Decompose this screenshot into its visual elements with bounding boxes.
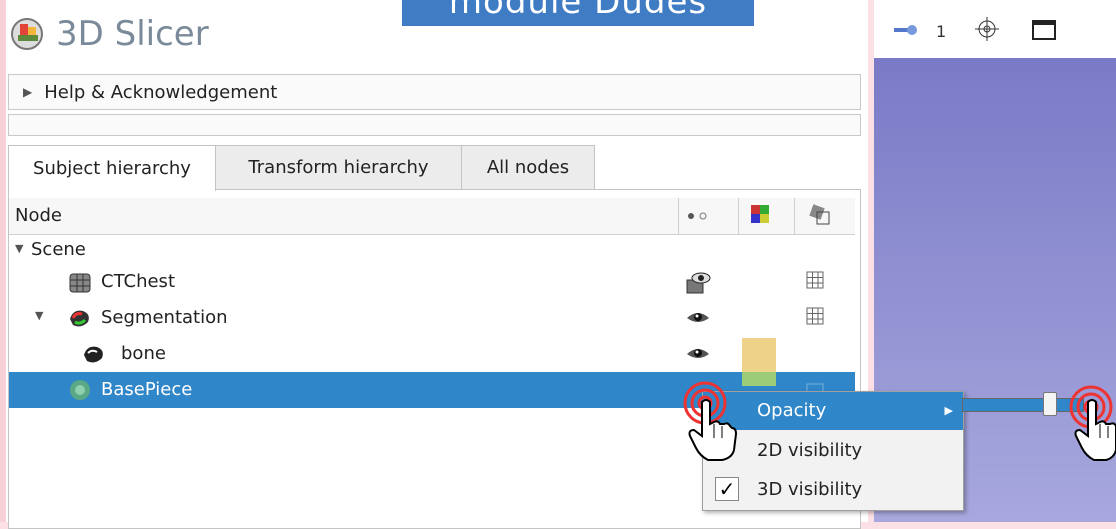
- eye-icon[interactable]: [685, 342, 711, 366]
- menu-item-label: 2D visibility: [757, 440, 863, 461]
- help-section-button[interactable]: ▶ Help & Acknowledgement: [8, 74, 861, 110]
- tab-all-nodes[interactable]: All nodes: [461, 145, 595, 189]
- hand-cursor-icon: [1074, 399, 1116, 461]
- tree-row-label: bone: [121, 343, 166, 364]
- app-title: 3D Slicer: [56, 14, 209, 54]
- tree-row-scene[interactable]: ▼ Scene: [9, 238, 855, 264]
- checkmark-icon[interactable]: ✓: [715, 477, 739, 501]
- color-icon[interactable]: [751, 205, 769, 223]
- hand-cursor-icon: [688, 399, 738, 461]
- app-header: 3D Slicer: [10, 14, 209, 54]
- menu-item-2d-visibility[interactable]: 2D visibility: [703, 432, 963, 470]
- header-separator: [794, 198, 795, 234]
- visibility-context-menu: Opacity ▶ 2D visibility ✓ 3D visibility: [702, 391, 964, 511]
- maximize-view-icon[interactable]: [1032, 20, 1056, 40]
- menu-item-label: 3D visibility: [757, 479, 863, 500]
- tab-transform-hierarchy[interactable]: Transform hierarchy: [215, 145, 462, 189]
- opacity-slider-handle[interactable]: [1043, 392, 1057, 416]
- tab-subject-hierarchy[interactable]: Subject hierarchy: [8, 145, 216, 191]
- segment-icon: [84, 346, 103, 363]
- tree-row-bone[interactable]: bone: [9, 336, 855, 372]
- segment-icon: [70, 380, 90, 400]
- collapsed-section-button[interactable]: [8, 114, 861, 136]
- volume-eye-icon[interactable]: [685, 270, 711, 294]
- help-section-label: Help & Acknowledgement: [44, 81, 278, 103]
- menu-item-3d-visibility[interactable]: ✓ 3D visibility: [703, 471, 963, 509]
- hierarchy-tabs: Subject hierarchy Transform hierarchy Al…: [8, 145, 595, 191]
- submenu-arrow-icon: ▶: [944, 404, 953, 417]
- volume-icon: [69, 273, 91, 293]
- pin-icon[interactable]: [894, 24, 922, 36]
- transform-grid-icon[interactable]: [805, 306, 827, 328]
- header-separator: [738, 198, 739, 234]
- collapse-arrow-icon: ▶: [23, 85, 33, 99]
- expand-arrow-icon[interactable]: ▼: [15, 242, 23, 255]
- view-controller-bar: 1: [874, 0, 1116, 58]
- transform-grid-icon[interactable]: [805, 270, 827, 292]
- menu-item-opacity[interactable]: Opacity ▶: [703, 392, 963, 430]
- tree-row-label: CTChest: [101, 271, 175, 292]
- tree-row-segmentation[interactable]: ▼ Segmentation: [9, 300, 855, 336]
- menu-item-label: Opacity: [757, 400, 827, 421]
- opacity-slider[interactable]: [962, 398, 1084, 412]
- transform-icon[interactable]: [809, 204, 831, 226]
- eye-icon[interactable]: [685, 306, 711, 330]
- eye-toggle-icon[interactable]: [685, 210, 711, 222]
- node-column-header[interactable]: Node: [15, 205, 62, 226]
- color-swatch[interactable]: [742, 338, 776, 372]
- tree-row-ctchest[interactable]: CTChest: [9, 264, 855, 300]
- tree-row-label: Scene: [31, 239, 86, 260]
- view-layout-number: 1: [936, 22, 947, 41]
- slicer-logo-icon: [11, 18, 43, 50]
- tree-row-label: Segmentation: [101, 307, 228, 328]
- tree-header: Node: [9, 198, 855, 235]
- banner-title: module Dudes: [402, 0, 754, 26]
- expand-arrow-icon[interactable]: ▼: [35, 309, 43, 322]
- header-separator: [678, 198, 679, 234]
- tree-row-label: BasePiece: [101, 379, 193, 400]
- segmentation-icon: [70, 310, 89, 327]
- color-swatch[interactable]: [742, 372, 776, 386]
- crosshair-icon[interactable]: [974, 16, 1000, 42]
